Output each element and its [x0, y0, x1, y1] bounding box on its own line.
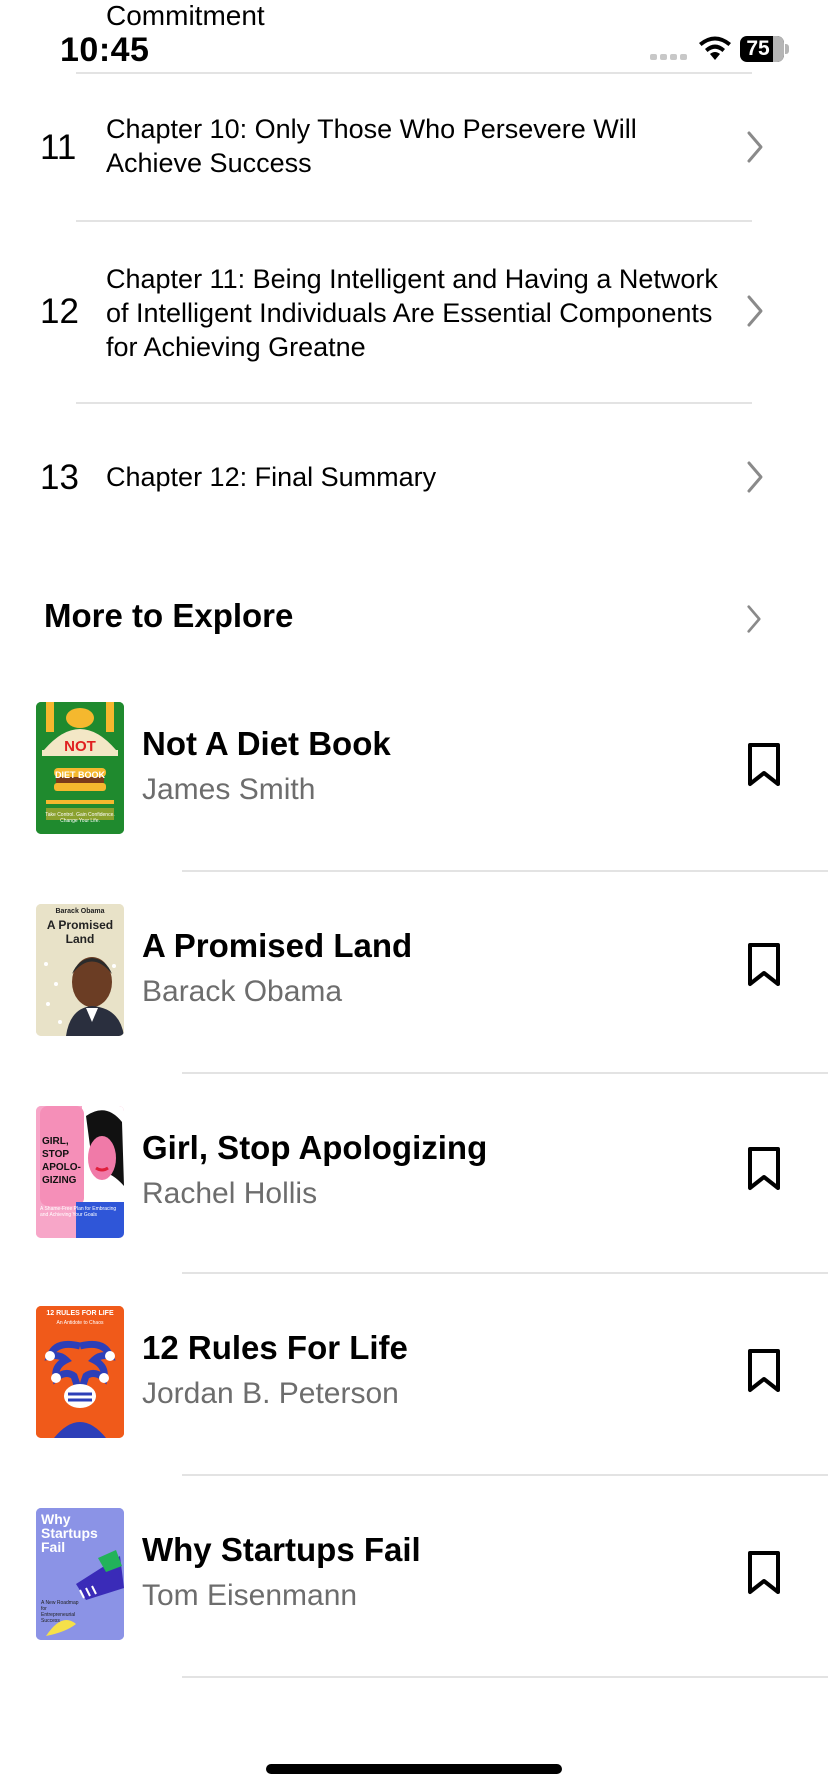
cover-subtitle: A New Roadmap for Entrepreneurial Succes…	[41, 1600, 79, 1624]
chapter-row[interactable]: 11 Chapter 10: Only Those Who Persevere …	[0, 110, 828, 220]
book-cover-why-startups-fail: Why Startups Fail A New Roadmap for Entr…	[36, 1508, 124, 1640]
chapter-title: Chapter 10: Only Those Who Persevere Wil…	[106, 114, 637, 178]
book-title: Girl, Stop Apologizing	[142, 1129, 488, 1166]
cover-text-top: NOT	[64, 738, 96, 755]
divider	[182, 1072, 828, 1074]
chapter-number: 12	[40, 292, 79, 331]
book-author: Tom Eisenmann	[142, 1579, 358, 1612]
book-title: A Promised Land	[142, 927, 413, 964]
chevron-right-icon	[747, 131, 763, 163]
book-cover-a-promised-land: Barack Obama A Promised Land	[36, 904, 124, 1036]
chapter-title: Chapter 12: Final Summary	[106, 462, 437, 492]
book-row[interactable]: Barack Obama A Promised Land A Promised …	[0, 892, 828, 1092]
status-bar: Commitment 10:45 75	[0, 0, 828, 72]
status-title-fragment: Commitment	[106, 0, 265, 31]
home-indicator[interactable]	[266, 1764, 562, 1774]
cover-title-2: Startups	[41, 1525, 98, 1541]
cover-title-3: Fail	[41, 1539, 66, 1555]
divider	[182, 870, 828, 872]
more-to-explore-title: More to Explore	[44, 597, 294, 634]
bookmark-icon[interactable]	[746, 1146, 782, 1192]
cover-subtitle: An Antidote to Chaos	[56, 1320, 104, 1326]
divider	[182, 1676, 828, 1678]
cover-title-1: Why	[41, 1511, 71, 1527]
battery-icon: 75	[740, 36, 789, 62]
chapter-row[interactable]: 12 Chapter 11: Being Intelligent and Hav…	[0, 258, 828, 398]
cover-text-1: GIRL,	[42, 1136, 69, 1147]
book-author: Barack Obama	[142, 975, 343, 1008]
book-author: Rachel Hollis	[142, 1177, 318, 1210]
book-row[interactable]: Why Startups Fail A New Roadmap for Entr…	[0, 1496, 828, 1696]
bookmark-icon[interactable]	[746, 942, 782, 988]
chapter-row[interactable]: 13 Chapter 12: Final Summary	[0, 440, 828, 520]
divider	[76, 402, 752, 404]
book-row[interactable]: GIRL, STOP APOLO- GIZING A Shame-Free Pl…	[0, 1094, 828, 1294]
status-time: 10:45	[60, 31, 150, 69]
book-cover-12-rules-for-life: 12 RULES FOR LIFE An Antidote to Chaos	[36, 1306, 124, 1438]
cellular-signal-icon	[650, 54, 690, 62]
cover-title: 12 RULES FOR LIFE	[46, 1310, 114, 1317]
book-author: James Smith	[142, 773, 316, 806]
divider	[182, 1474, 828, 1476]
battery-level: 75	[746, 37, 770, 60]
chevron-right-icon	[747, 295, 763, 327]
chapter-number: 11	[40, 128, 77, 167]
cover-author: Barack Obama	[55, 908, 105, 915]
bookmark-icon[interactable]	[746, 1550, 782, 1596]
bookmark-icon[interactable]	[746, 1348, 782, 1394]
book-row[interactable]: NOT DIET BOOK Take Control. Gain Confide…	[0, 690, 828, 890]
cover-text-bottom: Take Control. Gain Confidence. Change Yo…	[45, 812, 115, 824]
cover-text-4: GIZING	[42, 1175, 77, 1186]
chapter-number: 13	[40, 458, 79, 497]
cover-title-line1: A Promised	[46, 918, 114, 932]
book-cover-girl-stop-apologizing: GIRL, STOP APOLO- GIZING A Shame-Free Pl…	[36, 1106, 124, 1238]
cover-title-line2: Land	[65, 932, 95, 946]
book-row[interactable]: 12 RULES FOR LIFE An Antidote to Chaos 1…	[0, 1294, 828, 1494]
wifi-icon	[699, 36, 731, 60]
cover-subtitle: A Shame-Free Plan for Embracing and Achi…	[40, 1206, 117, 1218]
cover-text-2: STOP	[42, 1149, 70, 1160]
book-cover-not-a-diet-book: NOT DIET BOOK Take Control. Gain Confide…	[36, 702, 124, 834]
book-author: Jordan B. Peterson	[142, 1377, 399, 1410]
divider	[76, 72, 752, 74]
chevron-right-icon	[747, 461, 763, 493]
chapter-title: Chapter 11: Being Intelligent and Having…	[106, 264, 718, 362]
bookmark-icon[interactable]	[746, 742, 782, 788]
cover-text-mid: DIET BOOK	[54, 770, 105, 780]
book-title: Why Startups Fail	[142, 1531, 421, 1568]
book-title: 12 Rules For Life	[142, 1329, 408, 1366]
cover-text-3: APOLO-	[42, 1162, 81, 1173]
divider	[76, 220, 752, 222]
more-to-explore-chevron-icon[interactable]	[746, 604, 762, 634]
book-title: Not A Diet Book	[142, 725, 391, 762]
divider	[182, 1272, 828, 1274]
